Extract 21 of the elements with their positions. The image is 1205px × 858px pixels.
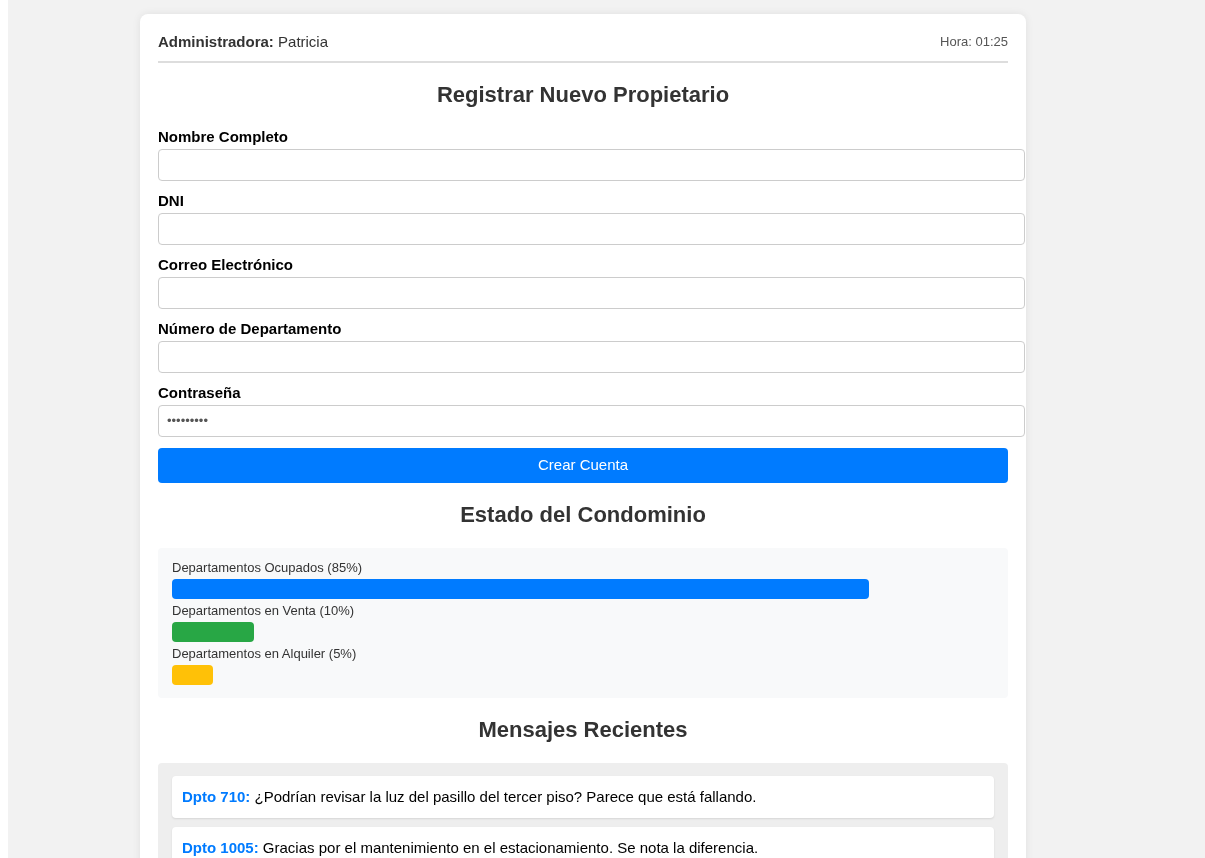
field-label: Número de Departamento: [158, 319, 343, 337]
field-label: Correo Electrónico: [158, 255, 295, 273]
messages-title: Mensajes Recientes: [477, 716, 689, 743]
form-title: Registrar Nuevo Propietario: [435, 81, 731, 108]
bar-label: Departamentos en Venta (10%): [172, 602, 356, 618]
field-label: Contraseña: [158, 383, 242, 401]
input-field[interactable]: [158, 148, 1025, 181]
bar-label: Departamentos Ocupados (85%): [172, 559, 364, 575]
field-label: Nombre Completo: [158, 127, 289, 145]
field-label: DNI: [158, 191, 185, 209]
time-label: Hora: 01:25: [940, 33, 1008, 51]
status-title: Estado del Condominio: [459, 501, 707, 528]
admin-name: Administradora: Patricia: [158, 33, 329, 51]
input-field[interactable]: •••••••••: [158, 404, 1025, 437]
message-text: Dpto 710: ¿Podrían revisar la luz del pasillo del tercer piso? Parece que está fallando.: [182, 787, 757, 805]
input-field[interactable]: [158, 212, 1025, 245]
input-field[interactable]: [158, 340, 1025, 373]
create-account-button[interactable]: Crear Cuenta: [158, 447, 1008, 483]
input-field[interactable]: [158, 276, 1025, 309]
message-text: Dpto 1005: Gracias por el mantenimiento en el estacionamiento. Se nota la diferencia.: [182, 838, 759, 856]
bar-label: Departamentos en Alquiler (5%): [172, 645, 358, 661]
